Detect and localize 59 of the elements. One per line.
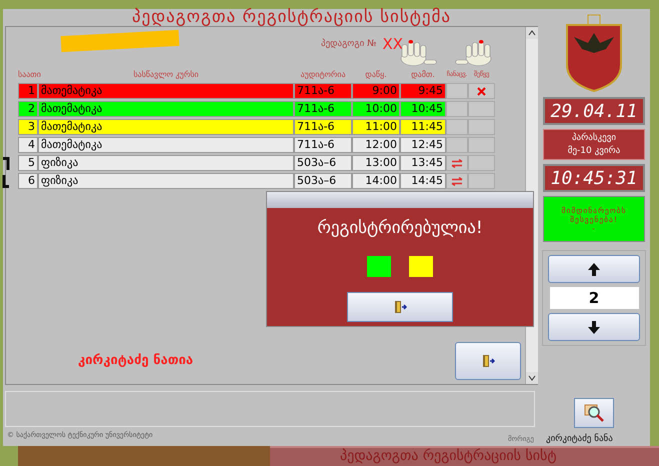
start-time-cell: 12:00: [352, 137, 400, 153]
week-label: მე-10 კვირა: [568, 146, 620, 156]
background-window-title: პედაგოგთა რეგისტრაციის სისტ: [270, 446, 659, 466]
column-header: აუდიტორია: [299, 70, 347, 78]
weekday-label: პარასკევი: [572, 133, 616, 143]
course-cell: ფიზიკა: [38, 155, 294, 171]
course-cell: მათემატიკა: [38, 83, 294, 99]
course-cell: მათემატიკა: [38, 119, 294, 135]
clock-display: 10:45:31: [543, 164, 645, 192]
teacher-number: XX: [382, 35, 404, 53]
search-button[interactable]: [574, 398, 614, 428]
course-cell: ფიზიკა: [38, 173, 294, 189]
arrow-down-icon: [588, 320, 600, 334]
row-number-cell: 6: [18, 173, 38, 189]
door-exit-icon: [481, 354, 495, 368]
room-cell: 503ა–6: [294, 173, 352, 189]
exit-button[interactable]: [455, 342, 521, 380]
start-time-cell: 14:00: [352, 173, 400, 189]
course-cell: მათემატიკა: [38, 101, 294, 117]
end-time-cell: 11:45: [400, 119, 446, 135]
scroll-up-icon[interactable]: [526, 27, 538, 39]
row-number-cell: 5: [18, 155, 38, 171]
input-field[interactable]: [5, 391, 535, 427]
door-exit-icon: [393, 300, 407, 314]
start-time-cell: 10:00: [352, 101, 400, 117]
end-time-cell: 12:45: [400, 137, 446, 153]
room-cell: 711ა-6: [294, 101, 352, 117]
counter-value: 2: [550, 287, 638, 309]
end-time-cell: 14:45: [400, 173, 446, 189]
date-display: 29.04.11: [543, 97, 645, 125]
column-header: დაწყ.: [364, 70, 388, 78]
up-button[interactable]: [548, 255, 640, 283]
row-number-cell: 4: [18, 137, 38, 153]
row-number-cell: 1: [18, 83, 38, 99]
room-cell: 711ა-6: [294, 137, 352, 153]
down-button[interactable]: [548, 313, 640, 341]
course-cell: მათემატიკა: [38, 137, 294, 153]
column-header: დამთ.: [410, 70, 436, 78]
room-cell: 711ა-6: [294, 83, 352, 99]
scroll-down-icon[interactable]: [526, 372, 538, 384]
end-time-cell: 13:45: [400, 155, 446, 171]
column-header: საათი: [18, 70, 38, 78]
room-cell: 503ა–6: [294, 155, 352, 171]
arrow-up-icon: [588, 262, 600, 276]
teacher-label: პედაგოგი №: [321, 39, 376, 49]
dialog-message: რეგისტრირებულია!: [317, 218, 483, 238]
exit-button[interactable]: [347, 292, 453, 322]
row-number-cell: 2: [18, 101, 38, 117]
search-icon: [583, 403, 605, 423]
end-time-cell: 10:45: [400, 101, 446, 117]
end-time-cell: 9:45: [400, 83, 446, 99]
row-number-cell: 3: [18, 119, 38, 135]
start-time-cell: 9:00: [352, 83, 400, 99]
start-time-cell: 13:00: [352, 155, 400, 171]
window-title: პედაგოგთა რეგისტრაციის სისტემა: [130, 9, 452, 26]
room-cell: 711ა-6: [294, 119, 352, 135]
duty-name: კირკიტაძე ნანა: [546, 434, 613, 444]
start-time-cell: 11:00: [352, 119, 400, 135]
current-teacher-name: კირკიტაძე ნათია: [78, 353, 194, 368]
